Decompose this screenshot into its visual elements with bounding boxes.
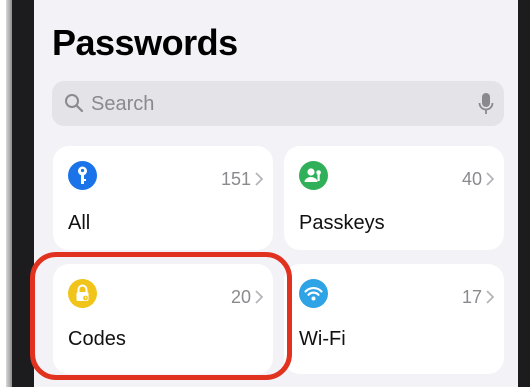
category-tile-codes[interactable]: 20 Codes — [53, 264, 273, 374]
category-tile-all[interactable]: 151 All — [53, 146, 273, 250]
chevron-right-icon — [255, 290, 263, 304]
chevron-right-icon — [486, 290, 494, 304]
category-count: 40 — [461, 169, 482, 189]
category-tile-wifi[interactable]: 17 Wi-Fi — [284, 264, 504, 374]
wifi-icon — [299, 279, 328, 308]
category-tile-passkeys[interactable]: 40 Passkeys — [284, 146, 504, 250]
category-count: 151 — [220, 169, 251, 189]
page-title: Passwords — [52, 22, 238, 63]
lock-code-icon — [68, 279, 97, 308]
key-icon — [68, 161, 97, 190]
chevron-right-icon — [486, 172, 494, 186]
search-icon — [65, 94, 84, 113]
category-label: Codes — [68, 328, 126, 350]
passwords-screen: Passwords Search 151 All 40 Passkeys 20 … — [34, 0, 518, 387]
phone-frame: Passwords Search 151 All 40 Passkeys 20 … — [0, 0, 530, 387]
category-label: All — [68, 212, 91, 234]
search-input[interactable]: Search — [91, 93, 154, 116]
category-count: 17 — [461, 287, 482, 307]
microphone-icon[interactable] — [478, 92, 494, 116]
person-key-icon — [299, 161, 328, 190]
phone-left-bezel — [12, 0, 34, 387]
search-bar[interactable]: Search — [52, 81, 504, 126]
category-label: Passkeys — [299, 212, 385, 234]
category-count: 20 — [230, 287, 251, 307]
phone-right-bezel — [518, 0, 530, 387]
category-label: Wi-Fi — [299, 328, 346, 350]
chevron-right-icon — [255, 172, 263, 186]
